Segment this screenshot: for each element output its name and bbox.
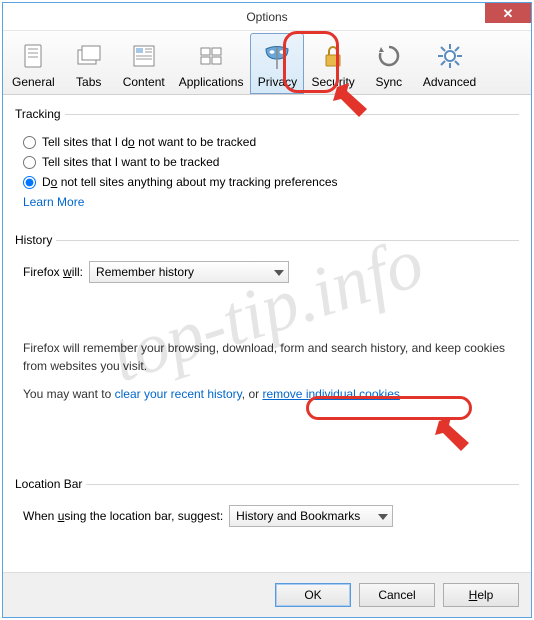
history-group: History Firefox will: Remember history F… bbox=[15, 233, 519, 463]
tab-applications[interactable]: Applications bbox=[172, 33, 251, 94]
ok-button[interactable]: OK bbox=[275, 583, 351, 607]
tab-sync[interactable]: Sync bbox=[362, 33, 416, 94]
tracking-opt-want-tracked[interactable]: Tell sites that I want to be tracked bbox=[23, 155, 517, 169]
tab-tabs[interactable]: Tabs bbox=[62, 33, 116, 94]
tab-general-label: General bbox=[12, 75, 55, 89]
window-title: Options bbox=[246, 10, 287, 24]
tab-applications-label: Applications bbox=[179, 75, 244, 89]
tab-security[interactable]: Security bbox=[304, 33, 361, 94]
tracking-learn-more-link[interactable]: Learn More bbox=[23, 195, 84, 209]
tab-content-label: Content bbox=[123, 75, 165, 89]
dialog-button-row: OK Cancel Help bbox=[3, 572, 531, 617]
close-icon: ✕ bbox=[503, 7, 514, 20]
tracking-radio-1[interactable] bbox=[23, 136, 36, 149]
general-icon bbox=[17, 40, 49, 72]
cancel-button[interactable]: Cancel bbox=[359, 583, 435, 607]
chevron-down-icon bbox=[274, 265, 284, 279]
location-suggest-select[interactable]: History and Bookmarks bbox=[229, 505, 393, 527]
security-lock-icon bbox=[317, 40, 349, 72]
titlebar: Options ✕ bbox=[3, 3, 531, 31]
close-button[interactable]: ✕ bbox=[485, 3, 531, 23]
clear-recent-history-link[interactable]: clear your recent history bbox=[115, 387, 242, 401]
history-mode-value: Remember history bbox=[96, 265, 194, 279]
tab-tabs-label: Tabs bbox=[76, 75, 101, 89]
tracking-legend: Tracking bbox=[15, 107, 65, 121]
tab-content[interactable]: Content bbox=[116, 33, 172, 94]
tracking-opt2-text: Tell sites that I want to be tracked bbox=[42, 155, 219, 169]
history-mode-select[interactable]: Remember history bbox=[89, 261, 289, 283]
chevron-down-icon bbox=[378, 509, 388, 523]
history-description: Firefox will remember your browsing, dow… bbox=[23, 339, 511, 375]
tab-sync-label: Sync bbox=[375, 75, 402, 89]
options-window: Options ✕ General Tabs Content bbox=[2, 2, 532, 618]
tracking-radio-3[interactable] bbox=[23, 176, 36, 189]
tabstrip: General Tabs Content Applications Privac… bbox=[3, 31, 531, 95]
tab-security-label: Security bbox=[311, 75, 354, 89]
tab-general[interactable]: General bbox=[5, 33, 62, 94]
tracking-opt1-text: Tell sites that I do not want to be trac… bbox=[42, 135, 256, 149]
history-legend: History bbox=[15, 233, 56, 247]
location-legend: Location Bar bbox=[15, 477, 86, 491]
tracking-opt-do-not-track[interactable]: Tell sites that I do not want to be trac… bbox=[23, 135, 517, 149]
help-button[interactable]: Help bbox=[443, 583, 519, 607]
remove-individual-cookies-link[interactable]: remove individual cookies bbox=[262, 387, 399, 401]
content-icon bbox=[128, 40, 160, 72]
applications-icon bbox=[195, 40, 227, 72]
history-will-label: Firefox will: bbox=[23, 265, 83, 279]
tracking-radio-2[interactable] bbox=[23, 156, 36, 169]
content-area: Tracking Tell sites that I do not want t… bbox=[3, 95, 531, 572]
tab-privacy[interactable]: Privacy bbox=[250, 33, 304, 94]
advanced-gear-icon bbox=[434, 40, 466, 72]
tabs-icon bbox=[73, 40, 105, 72]
tracking-opt3-text: Do not tell sites anything about my trac… bbox=[42, 175, 338, 189]
tracking-opt-no-pref[interactable]: Do not tell sites anything about my trac… bbox=[23, 175, 517, 189]
location-suggest-value: History and Bookmarks bbox=[236, 509, 360, 523]
tracking-group: Tracking Tell sites that I do not want t… bbox=[15, 107, 519, 219]
location-suggest-label: When using the location bar, suggest: bbox=[23, 509, 223, 523]
tab-advanced-label: Advanced bbox=[423, 75, 476, 89]
location-bar-group: Location Bar When using the location bar… bbox=[15, 477, 519, 537]
tab-advanced[interactable]: Advanced bbox=[416, 33, 483, 94]
history-links-para: You may want to clear your recent histor… bbox=[23, 385, 511, 403]
privacy-mask-icon bbox=[261, 40, 293, 72]
tab-privacy-label: Privacy bbox=[258, 75, 297, 89]
sync-icon bbox=[373, 40, 405, 72]
